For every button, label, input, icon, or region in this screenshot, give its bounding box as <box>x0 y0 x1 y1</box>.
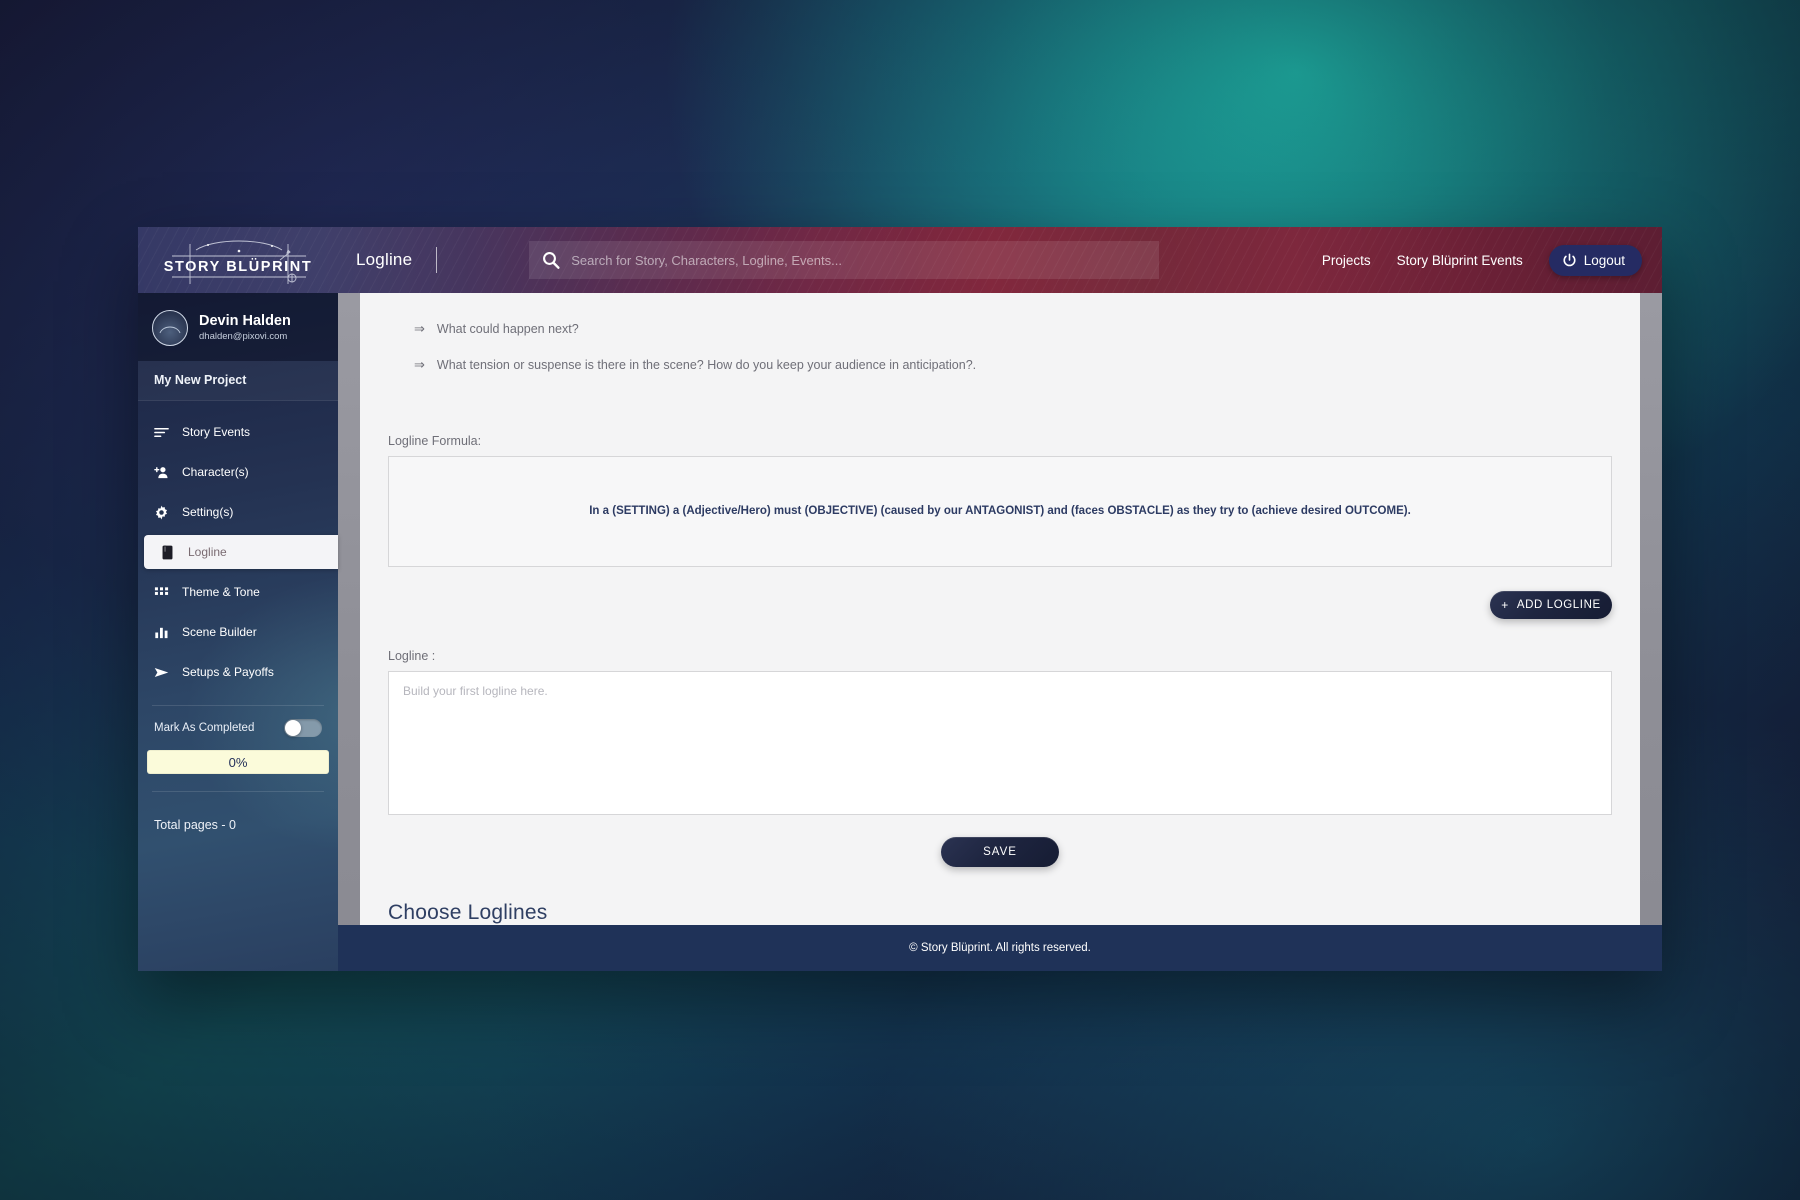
logline-formula-text: In a (SETTING) a (Adjective/Hero) must (… <box>589 505 1411 518</box>
mark-as-completed-toggle[interactable] <box>284 719 322 737</box>
grid-icon <box>154 585 169 600</box>
app-window: STORY BLÜPRINT Logline Projects Story Bl… <box>138 227 1662 971</box>
top-navigation-bar: STORY BLÜPRINT Logline Projects Story Bl… <box>138 227 1662 293</box>
sidebar-item-label: Scene Builder <box>182 625 257 639</box>
add-logline-label: ADD LOGLINE <box>1516 599 1601 612</box>
add-person-icon <box>154 465 169 480</box>
nav-link-projects[interactable]: Projects <box>1322 253 1371 268</box>
footer: © Story Blüprint. All rights reserved. <box>338 925 1662 971</box>
toggle-knob <box>285 720 301 736</box>
question-text: What tension or suspense is there in the… <box>436 358 977 373</box>
logline-input-label: Logline : <box>388 649 436 664</box>
footer-text: © Story Blüprint. All rights reserved. <box>909 942 1091 954</box>
question-list: ⇒ What could happen next? ⇒ What tension… <box>388 315 1612 394</box>
sidebar-project-name[interactable]: My New Project <box>138 361 338 401</box>
svg-text:STORY BLÜPRINT: STORY BLÜPRINT <box>164 258 313 275</box>
sidebar-item-label: Character(s) <box>182 465 249 479</box>
bar-chart-icon <box>154 625 169 640</box>
sidebar-item-settings[interactable]: Setting(s) <box>138 495 338 529</box>
sidebar-user-email: dhalden@pixovi.com <box>199 331 288 343</box>
plus-icon: + <box>1501 598 1509 613</box>
arrow-bullet-icon: ⇒ <box>414 321 425 336</box>
list-lines-icon <box>154 425 169 440</box>
logout-label: Logout <box>1583 252 1625 268</box>
avatar-image-icon <box>159 326 181 334</box>
progress-value: 0% <box>228 754 248 770</box>
logline-textarea[interactable] <box>388 671 1612 815</box>
question-text: What could happen next? <box>436 322 579 336</box>
logout-button[interactable]: Logout <box>1548 244 1642 276</box>
avatar <box>152 310 188 346</box>
arrow-bullet-icon: ⇒ <box>414 357 425 373</box>
sidebar-user-block[interactable]: Devin Halden dhalden@pixovi.com <box>138 293 338 361</box>
gear-icon <box>154 505 169 520</box>
question-item: ⇒ What could happen next? <box>414 321 1612 337</box>
sidebar-item-story-events[interactable]: Story Events <box>138 415 338 449</box>
sidebar-nav: Story Events Character(s) Setting(s) Log… <box>138 401 338 695</box>
nav-divider <box>436 247 438 273</box>
sidebar-item-logline[interactable]: Logline <box>144 535 338 569</box>
mark-as-completed-label: Mark As Completed <box>154 722 255 734</box>
sidebar: Devin Halden dhalden@pixovi.com My New P… <box>138 293 338 971</box>
question-item: ⇒ What tension or suspense is there in t… <box>414 357 1612 373</box>
page-title: Logline <box>356 250 413 269</box>
sidebar-item-setups-and-payoffs[interactable]: Setups & Payoffs <box>138 655 338 689</box>
content-column: ⇒ What could happen next? ⇒ What tension… <box>338 293 1662 971</box>
top-nav-actions: Projects Story Blüprint Events Logout <box>1322 244 1662 276</box>
send-icon <box>154 665 169 680</box>
nav-link-story-bluprint-events[interactable]: Story Blüprint Events <box>1397 253 1523 268</box>
search-icon <box>541 250 561 270</box>
progress-bar: 0% <box>147 750 329 774</box>
brand-logo[interactable]: STORY BLÜPRINT <box>138 227 338 293</box>
add-logline-row: + ADD LOGLINE <box>388 591 1612 620</box>
search-input[interactable] <box>571 252 1148 268</box>
logline-card: ⇒ What could happen next? ⇒ What tension… <box>360 293 1640 925</box>
save-row: SAVE <box>388 837 1612 867</box>
app-body: Devin Halden dhalden@pixovi.com My New P… <box>138 293 1662 971</box>
sidebar-user-name: Devin Halden <box>199 313 291 330</box>
book-icon <box>160 545 175 560</box>
logline-formula-label: Logline Formula: <box>388 433 482 448</box>
sidebar-item-label: Setting(s) <box>182 505 234 519</box>
sidebar-item-scene-builder[interactable]: Scene Builder <box>138 615 338 649</box>
sidebar-item-label: Logline <box>188 545 227 559</box>
choose-loglines-heading: Choose Loglines <box>388 901 548 924</box>
logline-formula-box: In a (SETTING) a (Adjective/Hero) must (… <box>388 455 1612 568</box>
content-scroll-area[interactable]: ⇒ What could happen next? ⇒ What tension… <box>338 293 1662 925</box>
story-bluprint-logo-icon: STORY BLÜPRINT <box>164 240 313 284</box>
power-icon <box>1562 253 1577 268</box>
mark-as-completed-row: Mark As Completed <box>138 706 338 748</box>
sidebar-item-characters[interactable]: Character(s) <box>138 455 338 489</box>
sidebar-item-label: Story Events <box>182 425 251 439</box>
sidebar-item-theme-and-tone[interactable]: Theme & Tone <box>138 575 338 609</box>
search-bar[interactable] <box>529 241 1160 279</box>
add-logline-button[interactable]: + ADD LOGLINE <box>1490 591 1612 620</box>
total-pages-label: Total pages - 0 <box>154 818 236 832</box>
save-label: SAVE <box>983 846 1017 858</box>
sidebar-item-label: Theme & Tone <box>182 585 260 599</box>
save-button[interactable]: SAVE <box>941 837 1059 867</box>
sidebar-item-label: Setups & Payoffs <box>182 665 274 679</box>
